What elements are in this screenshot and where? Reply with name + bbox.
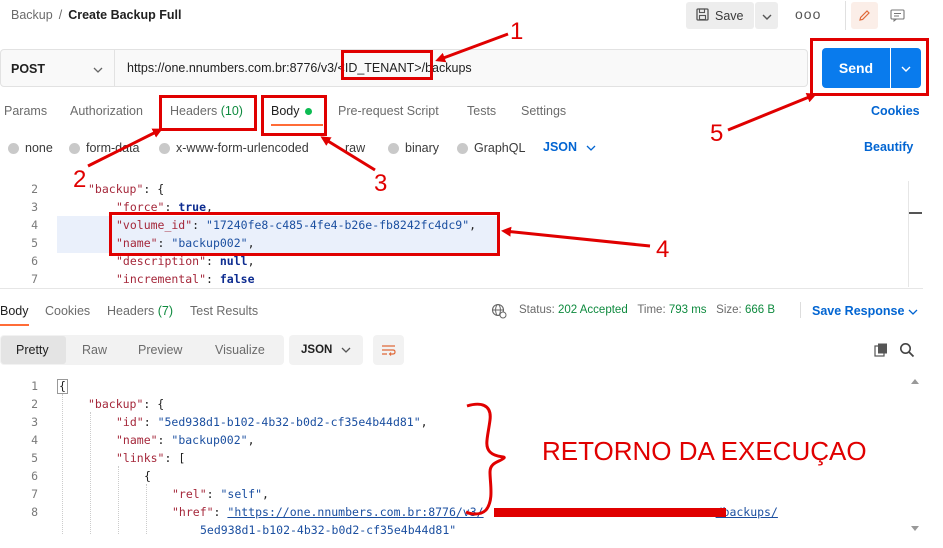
annotation-retorno-label: RETORNO DA EXECUÇAO [542,436,867,466]
annotation-number-1: 1 [510,18,524,45]
annotation-number-3: 3 [374,170,388,197]
annotation-number-2: 2 [73,166,87,193]
annotation-number-5: 5 [710,120,724,147]
annotation-number-4: 4 [656,236,670,263]
